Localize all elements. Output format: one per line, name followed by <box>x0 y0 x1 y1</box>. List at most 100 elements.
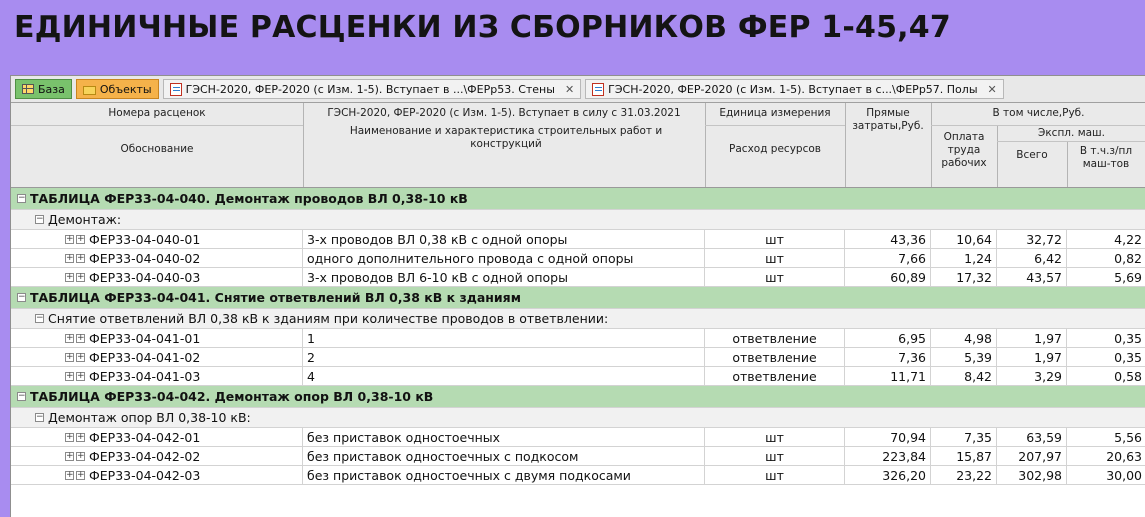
tab-1[interactable]: Объекты <box>75 79 159 99</box>
rate-code-cell: + + ФЕР33-04-040-03 <box>11 268 303 286</box>
header-unit-bottom[interactable]: Расход ресурсов <box>705 143 845 156</box>
document-icon <box>592 82 605 96</box>
expand-icon[interactable]: + <box>65 371 74 381</box>
wage-cost: 8,42 <box>931 367 997 385</box>
table-row[interactable]: + + ФЕР33-04-041-03 4 ответвление 11,71 8,42 3,… <box>11 367 1145 386</box>
table-row[interactable]: + + ФЕР33-04-041-02 2 ответвление 7,36 5,39 1,9… <box>11 348 1145 367</box>
direct-cost: 60,89 <box>845 268 931 286</box>
collapse-icon[interactable]: − <box>35 413 44 422</box>
rate-code-cell: + + ФЕР33-04-041-03 <box>11 367 303 385</box>
expand-icon[interactable]: + <box>76 272 85 282</box>
expand-icon[interactable]: + <box>76 451 85 461</box>
header-name-bottom[interactable]: Наименование и характеристика строительн… <box>341 125 671 151</box>
table-row[interactable]: + + ФЕР33-04-041-01 1 ответвление 6,95 4,98 1,9… <box>11 329 1145 348</box>
close-icon[interactable]: ✕ <box>988 83 997 96</box>
expand-icon[interactable]: + <box>65 352 74 362</box>
table-row[interactable]: + + ФЕР33-04-040-02 одного дополнительного … <box>11 249 1145 268</box>
header-name-top[interactable]: ГЭСН-2020, ФЕР-2020 (с Изм. 1-5). Вступа… <box>307 107 701 120</box>
header-wage[interactable]: Оплата труда рабочих <box>933 131 995 170</box>
expand-icon[interactable]: + <box>65 253 74 263</box>
table-row[interactable]: + + ФЕР33-04-040-03 3-х проводов ВЛ 6-10 кВ… <box>11 268 1145 287</box>
header-unit-top[interactable]: Единица измерения <box>705 107 845 120</box>
machine-wage-cost: 0,35 <box>1114 330 1142 346</box>
machine-cost: 63,59 <box>997 428 1067 446</box>
machine-wage-cost: 0,35 <box>1114 349 1142 365</box>
direct-cost: 70,94 <box>845 428 931 446</box>
table-row[interactable]: + + ФЕР33-04-040-01 3-х проводов ВЛ 0,38 кВ… <box>11 230 1145 249</box>
group-row[interactable]: − Снятие ответвлений ВЛ 0,38 кВ к зданиям… <box>11 309 1145 329</box>
rate-name: без приставок одностоечных с подкосом <box>303 447 705 465</box>
expand-icon[interactable]: + <box>76 432 85 442</box>
tab-3[interactable]: ГЭСН-2020, ФЕР-2020 (с Изм. 1-5). Вступа… <box>585 79 1004 99</box>
header-code-top[interactable]: Номера расценок <box>11 107 303 120</box>
tab-label: База <box>38 82 65 96</box>
tab-0[interactable]: База <box>15 79 72 99</box>
direct-cost: 326,20 <box>845 466 931 484</box>
direct-cost: 7,66 <box>845 249 931 267</box>
table-row[interactable]: + + ФЕР33-04-042-03 без приставок одностоеч… <box>11 466 1145 485</box>
expand-icon[interactable]: + <box>76 470 85 480</box>
section-title-wrap: − ТАБЛИЦА ФЕР33-04-041. Снятие ответвлени… <box>11 290 521 305</box>
expand-icon[interactable]: + <box>76 371 85 381</box>
expand-icon[interactable]: + <box>65 432 74 442</box>
machine-cost: 207,97 <box>997 447 1067 465</box>
machine-wage-cost: 5,69 <box>1114 269 1142 285</box>
machine-wage-cost: 30,00 <box>1106 467 1142 483</box>
rate-name: 3-х проводов ВЛ 6-10 кВ с одной опоры <box>303 268 705 286</box>
header-mach: Экспл. маш. <box>1038 127 1105 139</box>
machine-cost: 6,42 <box>997 249 1067 267</box>
group-row[interactable]: − Демонтаж: <box>11 210 1145 230</box>
group-row[interactable]: − Демонтаж опор ВЛ 0,38-10 кВ: <box>11 408 1145 428</box>
collapse-icon[interactable]: − <box>17 194 26 203</box>
table-section-row[interactable]: − ТАБЛИЦА ФЕР33-04-040. Демонтаж проводов… <box>11 188 1145 210</box>
rate-code: ФЕР33-04-042-02 <box>89 448 201 464</box>
table-row[interactable]: + + ФЕР33-04-042-01 без приставок одностоеч… <box>11 428 1145 447</box>
header-incl: В том числе,Руб. <box>992 107 1085 119</box>
collapse-icon[interactable]: − <box>35 314 44 323</box>
tab-bar: База Объекты ГЭСН-2020, ФЕР-2020 (с Изм. 1… <box>11 76 1145 103</box>
expand-icon[interactable]: + <box>76 253 85 263</box>
collapse-icon[interactable]: − <box>35 215 44 224</box>
expand-icon[interactable]: + <box>76 333 85 343</box>
machine-wage-cost: 0,82 <box>1114 250 1142 266</box>
collapse-icon[interactable]: − <box>17 293 26 302</box>
wage-cost: 17,32 <box>931 268 997 286</box>
rate-unit: шт <box>705 447 845 465</box>
collapse-icon[interactable]: − <box>17 392 26 401</box>
rate-code: ФЕР33-04-041-03 <box>89 368 201 384</box>
rates-window: База Объекты ГЭСН-2020, ФЕР-2020 (с Изм. 1… <box>10 75 1145 517</box>
close-icon[interactable]: ✕ <box>565 83 574 96</box>
table-row[interactable]: + + ФЕР33-04-042-02 без приставок одностоеч… <box>11 447 1145 466</box>
expand-icon[interactable]: + <box>65 333 74 343</box>
table-section-row[interactable]: − ТАБЛИЦА ФЕР33-04-041. Снятие ответвлени… <box>11 287 1145 309</box>
rate-code-cell: + + ФЕР33-04-042-01 <box>11 428 303 446</box>
tab-2[interactable]: ГЭСН-2020, ФЕР-2020 (с Изм. 1-5). Вступа… <box>162 79 582 99</box>
rate-code-cell: + + ФЕР33-04-042-02 <box>11 447 303 465</box>
expand-icon[interactable]: + <box>65 470 74 480</box>
direct-cost: 7,36 <box>845 348 931 366</box>
rate-unit: шт <box>705 268 845 286</box>
rate-code: ФЕР33-04-042-01 <box>89 429 201 445</box>
header-direct[interactable]: Прямые затраты,Руб. <box>849 107 927 133</box>
section-title-wrap: − ТАБЛИЦА ФЕР33-04-040. Демонтаж проводов… <box>11 191 468 206</box>
group-title: Демонтаж: <box>48 212 122 227</box>
expand-icon[interactable]: + <box>76 234 85 244</box>
expand-icon[interactable]: + <box>65 272 74 282</box>
group-title-wrap: − Демонтаж опор ВЛ 0,38-10 кВ: <box>11 410 251 425</box>
machine-cost: 302,98 <box>997 466 1067 484</box>
rate-code-cell: + + ФЕР33-04-041-02 <box>11 348 303 366</box>
expand-icon[interactable]: + <box>65 451 74 461</box>
rate-code: ФЕР33-04-040-03 <box>89 269 201 285</box>
group-title-wrap: − Снятие ответвлений ВЛ 0,38 кВ к зданиям… <box>11 311 608 326</box>
rates-tree: − ТАБЛИЦА ФЕР33-04-040. Демонтаж проводов… <box>11 188 1145 485</box>
direct-cost: 43,36 <box>845 230 931 248</box>
expand-icon[interactable]: + <box>65 234 74 244</box>
table-section-row[interactable]: − ТАБЛИЦА ФЕР33-04-042. Демонтаж опор ВЛ … <box>11 386 1145 408</box>
header-code-bottom[interactable]: Обоснование <box>11 143 303 156</box>
expand-icon[interactable]: + <box>76 352 85 362</box>
machine-wage-cost: 0,58 <box>1114 368 1142 384</box>
document-icon <box>169 82 182 96</box>
header-mach-wage[interactable]: В т.ч.з/пл маш-тов <box>1069 145 1143 171</box>
rate-code-cell: + + ФЕР33-04-040-01 <box>11 230 303 248</box>
header-mach-total[interactable]: Всего <box>997 149 1067 162</box>
